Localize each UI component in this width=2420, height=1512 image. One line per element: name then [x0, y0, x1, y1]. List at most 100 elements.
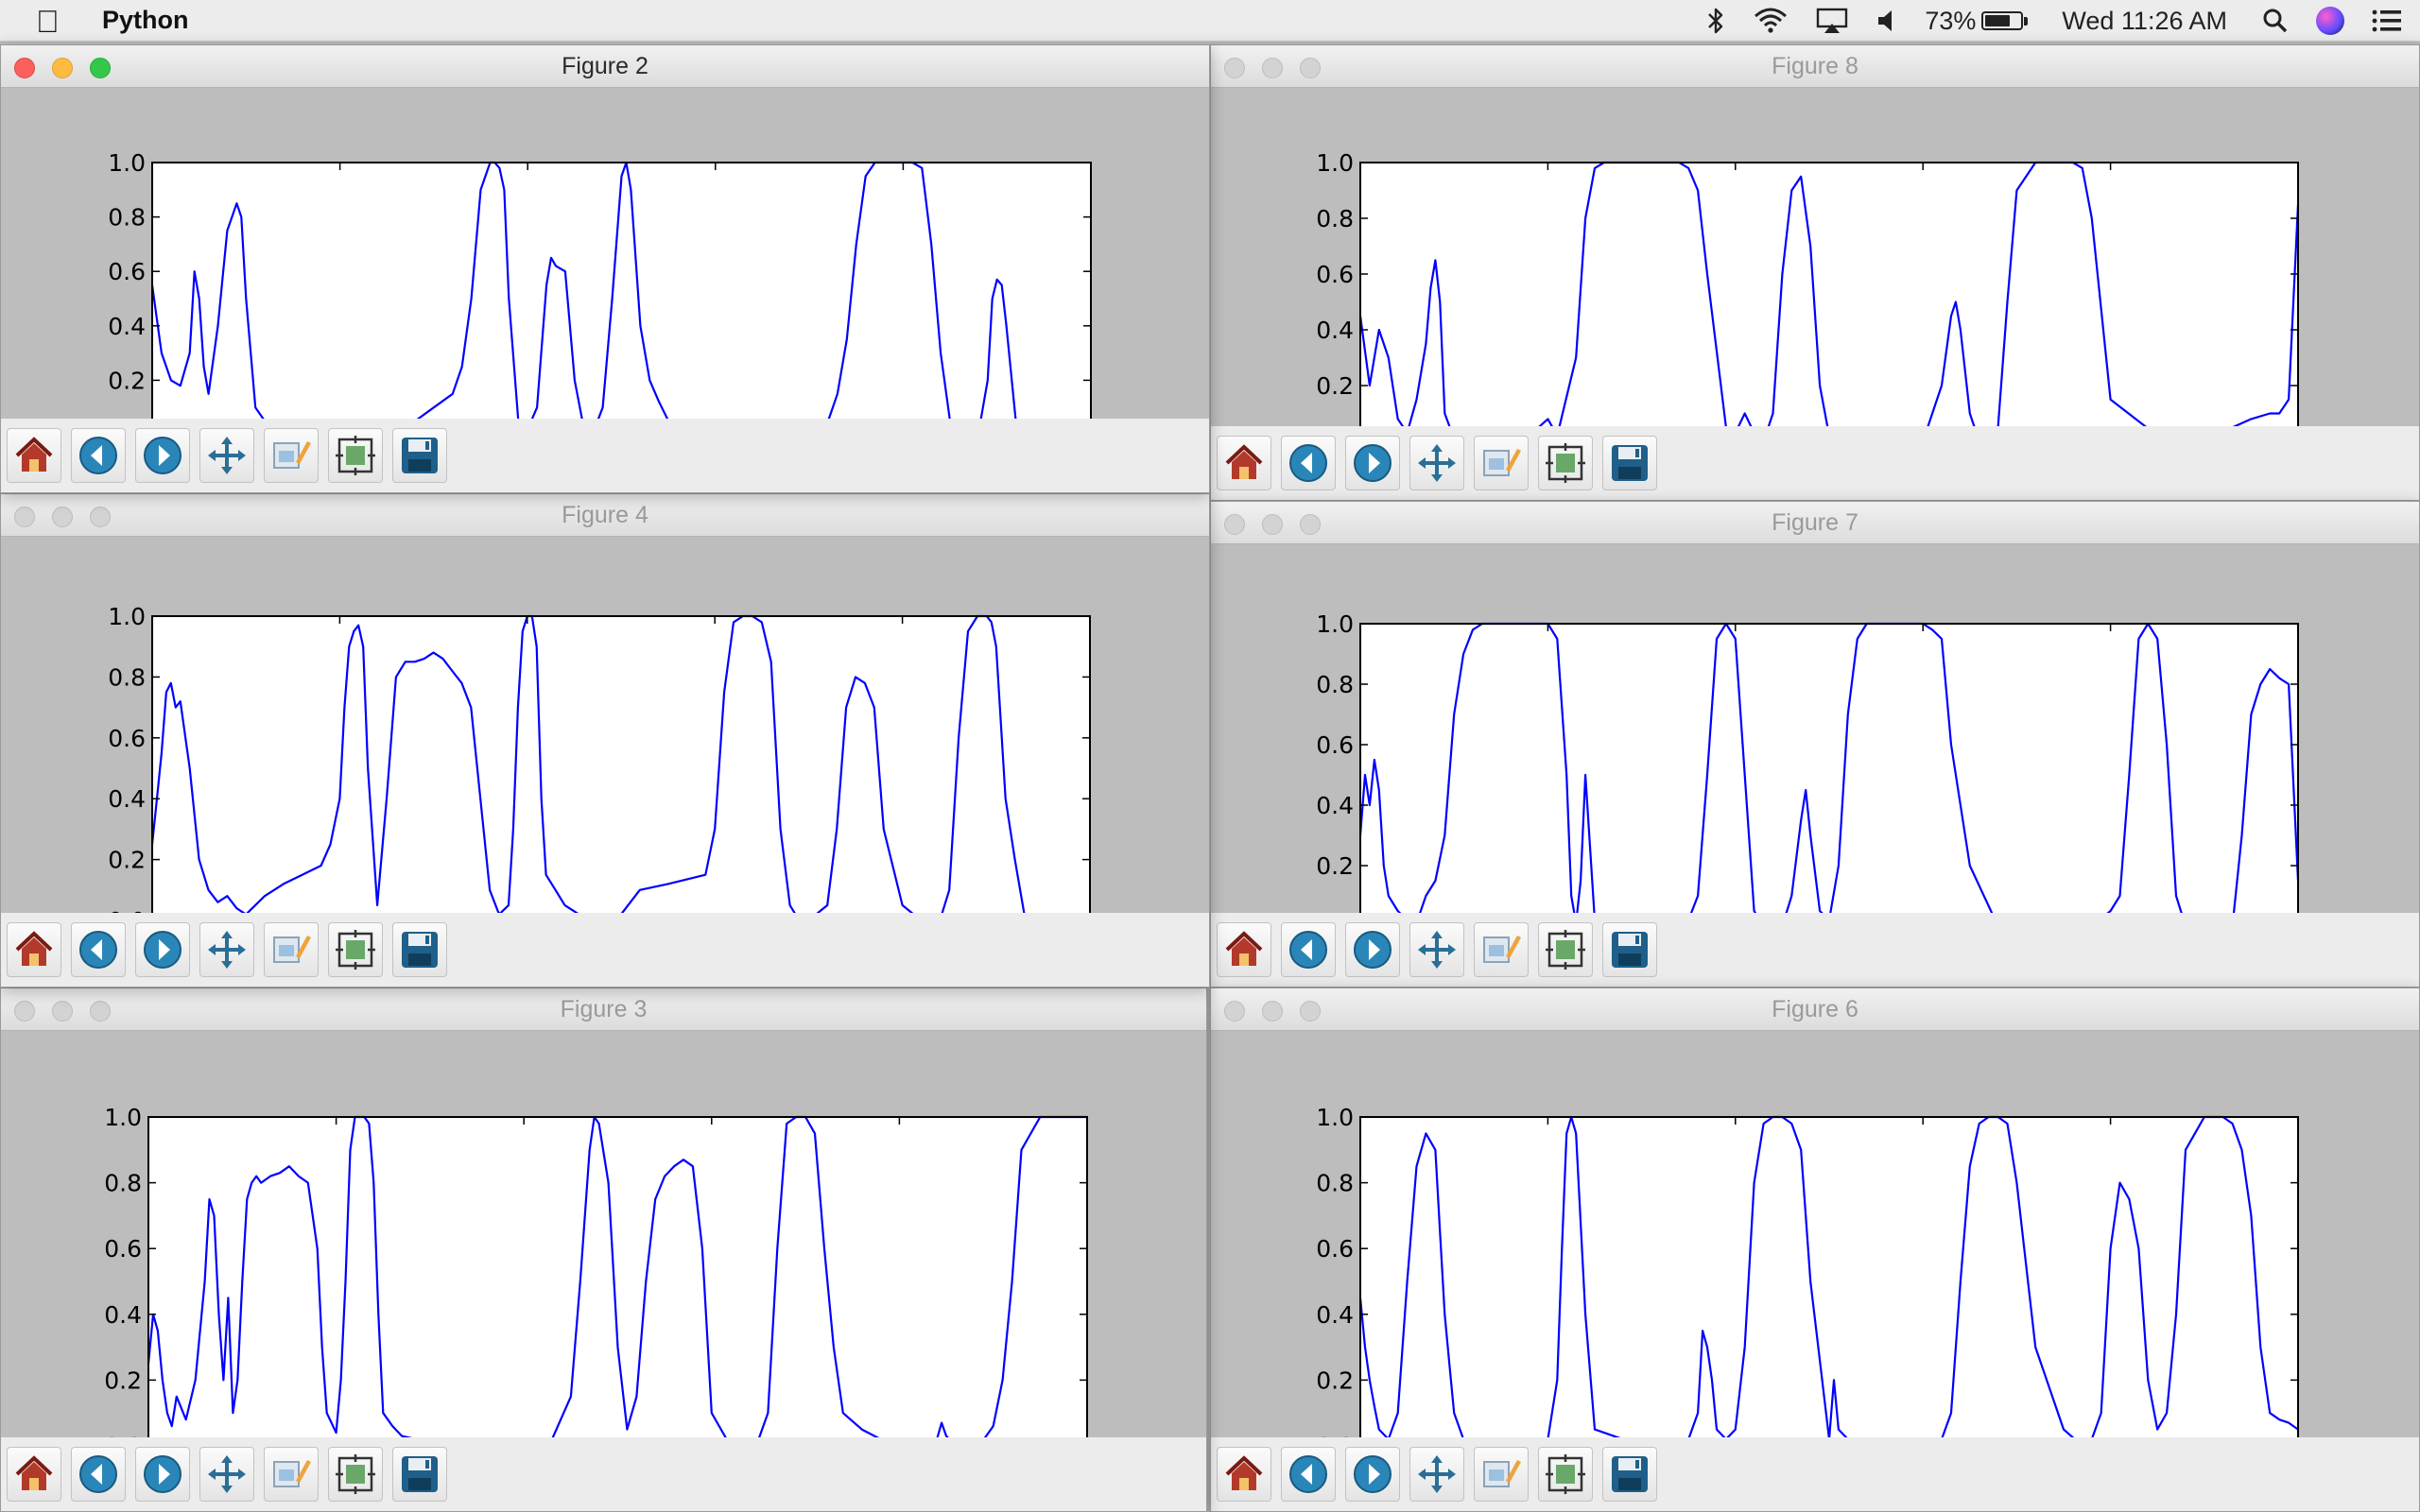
back-button[interactable]: [1281, 436, 1336, 490]
plot-canvas[interactable]: 020040060080010000.00.20.40.60.81.0: [1, 87, 1209, 421]
save-icon: [1612, 1456, 1648, 1492]
zoom-to-rect-button[interactable]: [1538, 1447, 1593, 1502]
save-button[interactable]: [1602, 436, 1657, 490]
figure-window-1[interactable]: Figure 2020040060080010000.00.20.40.60.8…: [0, 44, 1210, 493]
zoom-to-rect-button[interactable]: [328, 428, 383, 483]
y-tick-label: 0.4: [104, 1301, 142, 1329]
configure-subplots-icon: [273, 936, 311, 963]
figure-window-5[interactable]: Figure 3020040060080010000.00.20.40.60.8…: [0, 988, 1207, 1512]
wifi-icon[interactable]: [1753, 0, 1789, 42]
pan-button[interactable]: [199, 428, 254, 483]
y-tick-label: 0.6: [108, 725, 146, 752]
configure-subplots-icon: [273, 1460, 311, 1487]
zoom-to-rect-button[interactable]: [1538, 436, 1593, 490]
line-chart[interactable]: 020040060080010000.00.20.40.60.81.0: [1211, 87, 2420, 428]
volume-icon[interactable]: [1876, 0, 1898, 42]
plot-canvas[interactable]: 020040060080010000.00.20.40.60.81.0: [1, 536, 1209, 915]
zoom-to-rect-button[interactable]: [1538, 922, 1593, 977]
pan-button[interactable]: [1409, 436, 1464, 490]
window-title-bar[interactable]: Figure 2: [1, 45, 1209, 88]
bluetooth-icon[interactable]: [1705, 0, 1726, 42]
home-button[interactable]: [7, 428, 61, 483]
pan-button[interactable]: [1409, 1447, 1464, 1502]
configure-subplots-button[interactable]: [264, 1447, 319, 1502]
forward-button[interactable]: [135, 428, 190, 483]
y-tick-label: 1.0: [108, 149, 146, 177]
zoom-to-rect-icon: [1546, 930, 1585, 970]
figure-window-3[interactable]: Figure 4020040060080010000.00.20.40.60.8…: [0, 493, 1210, 988]
zoom-to-rect-icon: [1546, 443, 1585, 483]
back-button[interactable]: [71, 428, 126, 483]
clock[interactable]: Wed 11:26 AM: [2062, 0, 2227, 42]
save-button[interactable]: [1602, 1447, 1657, 1502]
status-menus: 73% Wed 11:26 AM: [1692, 0, 2420, 42]
back-button[interactable]: [1281, 1447, 1336, 1502]
home-button[interactable]: [7, 922, 61, 977]
configure-subplots-button[interactable]: [264, 428, 319, 483]
y-tick-label: 0.4: [108, 313, 146, 340]
y-tick-label: 0.2: [1316, 852, 1354, 880]
figure-window-2[interactable]: Figure 8020040060080010000.00.20.40.60.8…: [1210, 44, 2420, 501]
window-title-bar[interactable]: Figure 8: [1211, 45, 2419, 88]
plot-canvas[interactable]: 020040060080010000.00.20.40.60.81.0: [1, 1030, 1206, 1439]
pan-button[interactable]: [199, 922, 254, 977]
pan-button[interactable]: [199, 1447, 254, 1502]
window-title-bar[interactable]: Figure 3: [1, 988, 1206, 1031]
search-icon[interactable]: [2261, 0, 2290, 42]
line-chart[interactable]: 020040060080010000.00.20.40.60.81.0: [1211, 543, 2420, 915]
battery-icon[interactable]: [1981, 0, 2029, 42]
figure-window-6[interactable]: Figure 6020040060080010000.00.20.40.60.8…: [1210, 988, 2420, 1512]
plot-canvas[interactable]: 020040060080010000.00.20.40.60.81.0: [1211, 543, 2419, 915]
navigation-toolbar: [1, 913, 1209, 987]
forward-icon: [144, 931, 182, 969]
window-title-bar[interactable]: Figure 7: [1211, 502, 2419, 544]
pan-button[interactable]: [1409, 922, 1464, 977]
home-button[interactable]: [1217, 436, 1271, 490]
home-button[interactable]: [1217, 1447, 1271, 1502]
window-title-bar[interactable]: Figure 6: [1211, 988, 2419, 1031]
y-tick-label: 1.0: [1316, 1104, 1354, 1131]
forward-button[interactable]: [1345, 922, 1400, 977]
y-tick-label: 0.2: [108, 367, 146, 394]
forward-button[interactable]: [1345, 1447, 1400, 1502]
siri-icon[interactable]: [2316, 0, 2344, 42]
zoom-to-rect-button[interactable]: [328, 1447, 383, 1502]
configure-subplots-button[interactable]: [1474, 922, 1529, 977]
navigation-toolbar: [1211, 1437, 2419, 1511]
configure-subplots-button[interactable]: [264, 922, 319, 977]
save-button[interactable]: [392, 428, 447, 483]
plot-canvas[interactable]: 020040060080010000.00.20.40.60.81.0: [1211, 87, 2419, 428]
y-tick-label: 0.2: [1316, 1366, 1354, 1394]
home-icon: [15, 437, 53, 472]
forward-button[interactable]: [135, 1447, 190, 1502]
back-icon: [79, 931, 117, 969]
y-tick-label: 0.4: [108, 785, 146, 813]
notification-center-icon[interactable]: [2371, 0, 2403, 42]
line-chart[interactable]: 020040060080010000.00.20.40.60.81.0: [1, 1030, 1207, 1439]
back-button[interactable]: [1281, 922, 1336, 977]
forward-icon: [1354, 931, 1392, 969]
zoom-to-rect-icon: [336, 436, 375, 475]
back-button[interactable]: [71, 1447, 126, 1502]
line-chart[interactable]: 020040060080010000.00.20.40.60.81.0: [1, 87, 1210, 421]
forward-button[interactable]: [135, 922, 190, 977]
axes-background: [1360, 624, 2298, 915]
configure-subplots-button[interactable]: [1474, 436, 1529, 490]
forward-button[interactable]: [1345, 436, 1400, 490]
configure-subplots-button[interactable]: [1474, 1447, 1529, 1502]
apple-icon[interactable]: : [36, 4, 60, 40]
line-chart[interactable]: 020040060080010000.00.20.40.60.81.0: [1, 536, 1210, 915]
home-button[interactable]: [1217, 922, 1271, 977]
figure-window-4[interactable]: Figure 7020040060080010000.00.20.40.60.8…: [1210, 501, 2420, 988]
save-button[interactable]: [392, 1447, 447, 1502]
save-button[interactable]: [392, 922, 447, 977]
window-title-bar[interactable]: Figure 4: [1, 494, 1209, 537]
plot-canvas[interactable]: 020040060080010000.00.20.40.60.81.0: [1211, 1030, 2419, 1439]
home-button[interactable]: [7, 1447, 61, 1502]
app-menu-python[interactable]: Python: [102, 6, 189, 35]
zoom-to-rect-button[interactable]: [328, 922, 383, 977]
line-chart[interactable]: 020040060080010000.00.20.40.60.81.0: [1211, 1030, 2420, 1439]
airplay-icon[interactable]: [1815, 0, 1849, 42]
back-button[interactable]: [71, 922, 126, 977]
save-button[interactable]: [1602, 922, 1657, 977]
